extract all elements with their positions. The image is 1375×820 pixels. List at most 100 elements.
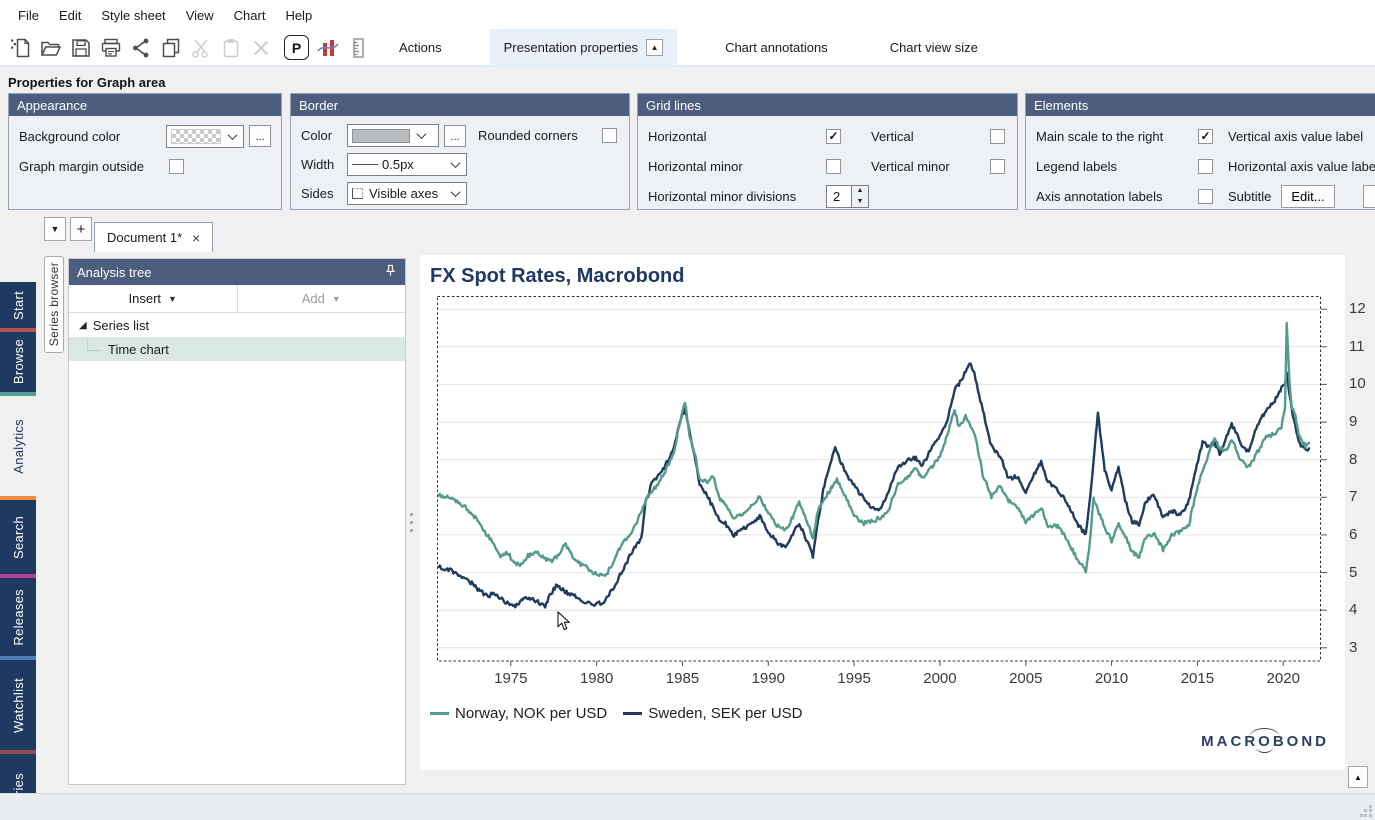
y-tick-label: 7 — [1349, 488, 1375, 505]
subtitle-edit-button[interactable]: Edit... — [1281, 185, 1334, 208]
border-color-dropdown[interactable] — [347, 124, 439, 147]
analysis-tree-panel: Analysis tree Insert▼ Add▼ ◢ Series list… — [68, 258, 406, 785]
sidebar-tab-releases[interactable]: Releases — [0, 578, 36, 656]
expanded-node-icon[interactable]: ◢ — [79, 320, 87, 331]
chart-type-icon[interactable] — [313, 33, 343, 63]
sidebar-tab-analytics[interactable]: Analytics — [0, 396, 36, 496]
y-tick-label: 9 — [1349, 413, 1375, 430]
sidebar-tab-label: Watchlist — [11, 678, 26, 733]
background-color-dropdown[interactable] — [166, 125, 244, 148]
y-tick-label: 11 — [1349, 338, 1375, 355]
copy-icon[interactable] — [156, 33, 186, 63]
main-scale-checkbox[interactable]: ✓ — [1198, 129, 1213, 144]
graph-margin-checkbox[interactable] — [169, 159, 184, 174]
new-document-icon[interactable] — [6, 33, 36, 63]
series-browser-tab[interactable]: Series browser — [44, 256, 64, 353]
vertical-grid-checkbox[interactable] — [990, 129, 1005, 144]
x-tick-label: 2015 — [1167, 670, 1227, 687]
menu-item-view[interactable]: View — [176, 3, 224, 28]
spin-up-icon[interactable]: ▲ — [852, 186, 868, 197]
rounded-corners-label: Rounded corners — [478, 128, 578, 143]
tree-node-series-list[interactable]: ◢ Series list — [69, 313, 405, 337]
vertical-minor-checkbox[interactable] — [990, 159, 1005, 174]
horizontal-axis-value-label: Horizontal axis value label — [1228, 159, 1375, 174]
tab-presentation-properties[interactable]: Presentation properties ▲ — [490, 29, 677, 66]
print-icon[interactable] — [96, 33, 126, 63]
gray-swatch — [352, 129, 410, 143]
horizontal-grid-label: Horizontal — [648, 129, 826, 144]
vertical-grid-label: Vertical — [871, 129, 983, 144]
axis-annotation-checkbox[interactable] — [1198, 189, 1213, 204]
dropdown-arrow-icon: ▼ — [332, 294, 341, 304]
actions-menu[interactable]: Actions — [391, 34, 450, 61]
share-icon[interactable] — [126, 33, 156, 63]
border-color-more-button[interactable]: ... — [444, 125, 466, 147]
horizontal-minor-checkbox[interactable] — [826, 159, 841, 174]
menu-item-edit[interactable]: Edit — [49, 3, 91, 28]
analysis-tree-title: Analysis tree — [77, 265, 151, 280]
new-tab-button[interactable]: + — [70, 217, 92, 241]
status-bar — [0, 793, 1375, 820]
panel-splitter[interactable] — [410, 508, 414, 537]
axis-annotation-label: Axis annotation labels — [1036, 189, 1198, 204]
legend-swatch — [430, 712, 449, 716]
delete-icon — [246, 33, 276, 63]
tab-list-dropdown-button[interactable]: ▼ — [44, 217, 66, 241]
menu-bar: FileEditStyle sheetViewChartHelp — [0, 0, 1375, 30]
border-width-dropdown[interactable]: 0.5px — [347, 153, 467, 176]
paste-icon — [216, 33, 246, 63]
sidebar-tab-start[interactable]: Start — [0, 282, 36, 328]
spin-down-icon[interactable]: ▼ — [852, 196, 868, 207]
pin-icon[interactable] — [384, 264, 397, 280]
minor-divisions-stepper[interactable]: 2 ▲▼ — [826, 185, 869, 208]
rounded-corners-checkbox[interactable] — [602, 128, 617, 143]
tab-document-1[interactable]: Document 1* × — [94, 222, 213, 252]
chart-title[interactable]: FX Spot Rates, Macrobond — [430, 265, 684, 288]
collapse-panel-icon[interactable]: ▲ — [646, 39, 663, 56]
menu-item-style-sheet[interactable]: Style sheet — [91, 3, 175, 28]
menu-item-chart[interactable]: Chart — [224, 3, 276, 28]
close-icon[interactable]: × — [192, 230, 200, 246]
add-button[interactable]: Add▼ — [237, 285, 406, 312]
sidebar-tab-search[interactable]: Search — [0, 500, 36, 574]
horizontal-minor-label: Horizontal minor — [648, 159, 826, 174]
x-tick-label: 2005 — [996, 670, 1056, 687]
menu-item-file[interactable]: File — [8, 3, 49, 28]
sidebar-tab-browse[interactable]: Browse — [0, 332, 36, 392]
transparent-swatch — [171, 129, 221, 144]
open-icon[interactable] — [36, 33, 66, 63]
x-tick-label: 2000 — [910, 670, 970, 687]
sidebar-tab-label: Start — [11, 291, 26, 320]
series-browser-label: Series browser — [47, 262, 61, 346]
tab-chart-annotations[interactable]: Chart annotations — [711, 29, 842, 66]
resize-grip[interactable] — [1360, 805, 1373, 818]
legend-labels-checkbox[interactable] — [1198, 159, 1213, 174]
sidebar-tab-watchlist[interactable]: Watchlist — [0, 660, 36, 750]
presentation-p-button[interactable]: P — [284, 35, 309, 60]
x-tick-label: 1980 — [567, 670, 627, 687]
subtitle-label: Subtitle — [1228, 189, 1271, 204]
menu-item-help[interactable]: Help — [275, 3, 322, 28]
insert-button[interactable]: Insert▼ — [69, 285, 237, 312]
y-tick-label: 12 — [1349, 300, 1375, 317]
save-icon[interactable] — [66, 33, 96, 63]
panel-grid-lines-header: Grid lines — [638, 94, 1017, 116]
border-sides-dropdown[interactable]: Visible axes — [347, 182, 467, 205]
clipped-button[interactable] — [1363, 185, 1375, 208]
x-tick-label: 1985 — [652, 670, 712, 687]
tree-connector — [87, 340, 102, 351]
sidebar-tab-label: Analytics — [11, 419, 26, 474]
chart-legend: Norway, NOK per USDSweden, SEK per USD — [430, 705, 803, 722]
background-color-more-button[interactable]: ... — [249, 125, 271, 147]
legend-label: Norway, NOK per USD — [455, 705, 607, 722]
properties-title: Properties for Graph area — [8, 75, 166, 90]
sidebar-tab-label: Browse — [11, 339, 26, 384]
ruler-icon[interactable] — [343, 33, 373, 63]
scroll-up-button[interactable]: ▲ — [1348, 766, 1368, 788]
x-tick-label: 1975 — [481, 670, 541, 687]
panel-elements: Elements Main scale to the right ✓ Verti… — [1025, 93, 1375, 210]
y-tick-label: 8 — [1349, 451, 1375, 468]
tree-node-time-chart[interactable]: Time chart — [69, 337, 405, 361]
horizontal-grid-checkbox[interactable]: ✓ — [826, 129, 841, 144]
tab-chart-view-size[interactable]: Chart view size — [876, 29, 992, 66]
